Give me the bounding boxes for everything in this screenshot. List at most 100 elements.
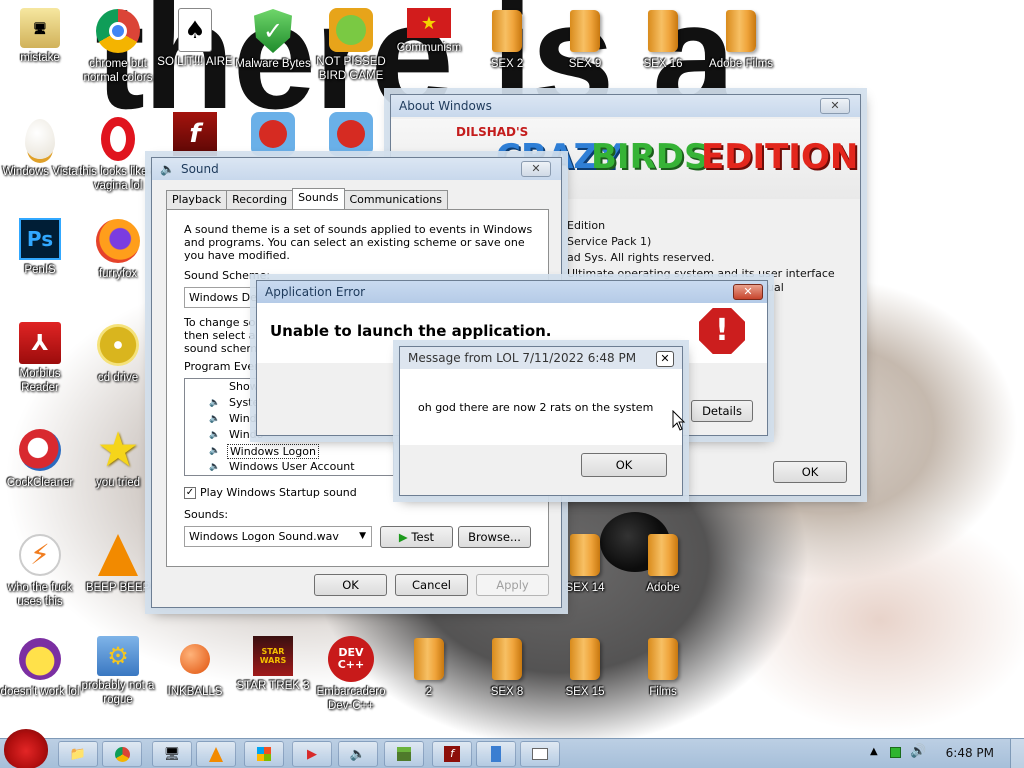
desktop-icon-malware-bytes[interactable]: ✓ Malware Bytes bbox=[233, 8, 313, 71]
desktop-icon-dev-cpp[interactable]: DEV C++ Embarcadero Dev-C++ bbox=[311, 636, 391, 713]
list-item[interactable]: Show bbox=[229, 380, 259, 393]
message-box: Message from LOL 7/11/2022 6:48 PM ✕ oh … bbox=[399, 346, 683, 496]
taskbar-flash-icon[interactable]: f bbox=[432, 741, 472, 767]
desktop-icon-adobe[interactable]: Adobe bbox=[623, 532, 703, 595]
desktop-icon-windows-vista[interactable]: Windows Vista bbox=[0, 116, 80, 179]
desktop-icon-star-trek-3[interactable]: STAR WARS STAR TREK 3 bbox=[233, 636, 313, 693]
desktop-icon-cd-drive[interactable]: cd drive bbox=[78, 322, 158, 385]
message-titlebar: Message from LOL 7/11/2022 6:48 PM bbox=[400, 347, 682, 369]
desktop-icon-sex-15[interactable]: SEX 15 bbox=[545, 636, 625, 699]
play-startup-checkbox[interactable]: ✓ bbox=[184, 486, 196, 499]
desktop-icon-so-lit-aire[interactable]: ♠ SO LIT!!! AIRE bbox=[155, 8, 235, 69]
show-hidden-icons-icon[interactable]: ▲ bbox=[870, 746, 878, 757]
desktop-icon-not-pissed-bird-game[interactable]: NOT PISSED BIRD GAME bbox=[311, 8, 391, 83]
taskbar-minecraft-icon[interactable] bbox=[384, 741, 424, 767]
taskbar-windows-icon[interactable] bbox=[244, 741, 284, 767]
about-line-servicepack: Service Pack 1) bbox=[567, 235, 652, 248]
about-close-button[interactable]: ✕ bbox=[820, 98, 850, 114]
angry-bird-icon bbox=[251, 112, 295, 156]
sound-scheme-select[interactable]: Windows De bbox=[184, 287, 259, 308]
banner-birds: BIRDS bbox=[591, 137, 709, 177]
network-icon[interactable] bbox=[890, 747, 901, 758]
folder-icon bbox=[640, 532, 686, 578]
start-button-angry-bird-icon[interactable] bbox=[4, 729, 48, 768]
desktop-icon-sex-8[interactable]: SEX 8 bbox=[467, 636, 547, 699]
error-title: Application Error bbox=[265, 285, 366, 299]
computer-icon: 🖥 bbox=[20, 8, 60, 48]
test-label: Test bbox=[411, 530, 435, 544]
desktop-icon-films[interactable]: Films bbox=[623, 636, 703, 699]
sounds-label: Sounds: bbox=[184, 508, 229, 521]
desktop-icon-penis[interactable]: Ps PenIS bbox=[0, 218, 80, 277]
list-item[interactable]: Windows User Account Control bbox=[229, 460, 393, 475]
sound-close-button[interactable]: ✕ bbox=[521, 161, 551, 177]
desktop-icon-morbius-reader[interactable]: ⅄ Morbius Reader bbox=[0, 322, 80, 395]
tab-sounds[interactable]: Sounds bbox=[292, 188, 345, 209]
egg-icon bbox=[17, 116, 63, 162]
desktop-icon-sex-2[interactable]: SEX 2 bbox=[467, 8, 547, 71]
sound-cancel-button[interactable]: Cancel bbox=[395, 574, 468, 596]
show-desktop-button[interactable] bbox=[1010, 739, 1024, 768]
browse-button[interactable]: Browse... bbox=[458, 526, 531, 548]
about-line-edition: Edition bbox=[567, 219, 606, 232]
desktop-icon-chrome[interactable]: chrome but normal colors bbox=[78, 8, 158, 85]
desktop-icon-opera[interactable]: this looks like a vagina lol bbox=[78, 116, 158, 193]
error-close-button[interactable]: ✕ bbox=[733, 284, 763, 300]
desktop-icon-flash[interactable]: f bbox=[155, 112, 235, 159]
desktop-icon-sex-16[interactable]: SEX 16 bbox=[623, 8, 703, 71]
taskbar-clock[interactable]: 6:48 PM bbox=[946, 746, 994, 760]
taskbar-computer-icon[interactable]: 🖥 bbox=[152, 741, 192, 767]
desktop-icon-beep-beep[interactable]: BEEP BEEP bbox=[78, 532, 158, 595]
tab-playback[interactable]: Playback bbox=[166, 190, 228, 209]
change-sound-text-3: sound schem bbox=[184, 342, 258, 355]
play-startup-checkbox-row[interactable]: ✓ Play Windows Startup sound bbox=[184, 486, 357, 499]
about-ok-button[interactable]: OK bbox=[773, 461, 847, 483]
details-button[interactable]: Details bbox=[691, 400, 753, 422]
desktop-icon-communism[interactable]: ★ Communism bbox=[389, 8, 469, 55]
taskbar-explorer-icon[interactable]: 📁 bbox=[58, 741, 98, 767]
message-ok-button[interactable]: OK bbox=[581, 453, 667, 477]
desktop-icon-you-tried[interactable]: ★ you tried bbox=[78, 422, 158, 490]
list-item[interactable]: Syste bbox=[229, 396, 259, 409]
desktop-icon-adobe-films[interactable]: Adobe Films bbox=[701, 8, 781, 71]
sound-file-select[interactable]: Windows Logon Sound.wav ▼ bbox=[184, 526, 372, 547]
taskbar-volume-icon[interactable]: 🔈 bbox=[338, 741, 378, 767]
taskbar-document-icon[interactable] bbox=[476, 741, 516, 767]
sound-ok-button[interactable]: OK bbox=[314, 574, 387, 596]
desktop-icon-sex-9[interactable]: SEX 9 bbox=[545, 8, 625, 71]
shield-icon: ✓ bbox=[250, 8, 296, 54]
desktop-icon-mistake[interactable]: 🖥 mistake bbox=[0, 8, 80, 65]
tab-communications[interactable]: Communications bbox=[343, 190, 448, 209]
desktop-icon-who-uses-this[interactable]: ⚡ who the fuck uses this bbox=[0, 532, 80, 609]
message-close-button[interactable]: ✕ bbox=[656, 351, 674, 367]
speaker-icon: 🔈 bbox=[160, 162, 175, 176]
taskbar-vlc-icon[interactable] bbox=[196, 741, 236, 767]
lightning-icon: ⚡ bbox=[17, 532, 63, 578]
vlc-icon bbox=[95, 532, 141, 578]
sound-tabs: Playback Recording Sounds Communications bbox=[166, 188, 448, 209]
speaker-icon: 🔈 bbox=[209, 446, 221, 456]
chrome-icon bbox=[95, 8, 141, 54]
sound-apply-button[interactable]: Apply bbox=[476, 574, 549, 596]
desktop-icon-probably-not-a-rogue[interactable]: ⚙ probably not a rogue bbox=[78, 636, 158, 707]
list-item-selected[interactable]: Windows Logon bbox=[227, 444, 319, 459]
desktop-icon-doesnt-work[interactable]: doesn't work lol bbox=[0, 636, 80, 699]
photoshop-icon: Ps bbox=[19, 218, 61, 260]
banner-edition: EDITION bbox=[701, 137, 859, 177]
program-events-label: Program Even bbox=[184, 360, 262, 373]
desktop-icon-inkballs[interactable]: INKBALLS bbox=[155, 636, 235, 699]
desktop-icon-cockcleaner[interactable]: CockCleaner bbox=[0, 427, 80, 490]
desktop-icon-2[interactable]: 2 bbox=[389, 636, 469, 699]
flash-icon: f bbox=[173, 112, 217, 156]
taskbar-chrome-icon[interactable] bbox=[102, 741, 142, 767]
about-titlebar: About Windows bbox=[391, 95, 860, 117]
test-button[interactable]: ▶ Test bbox=[380, 526, 453, 548]
desktop-icon-angry-birds-1[interactable] bbox=[233, 112, 313, 159]
taskbar-dialog-icon[interactable] bbox=[520, 741, 560, 767]
volume-icon[interactable]: 🔊 bbox=[910, 744, 926, 759]
taskbar-media-player-icon[interactable]: ▶ bbox=[292, 741, 332, 767]
tab-recording[interactable]: Recording bbox=[226, 190, 294, 209]
desktop-icon-furryfox[interactable]: furryfox bbox=[78, 218, 158, 281]
desktop-icon-angry-birds-2[interactable] bbox=[311, 112, 391, 159]
error-message: Unable to launch the application. bbox=[270, 322, 552, 340]
